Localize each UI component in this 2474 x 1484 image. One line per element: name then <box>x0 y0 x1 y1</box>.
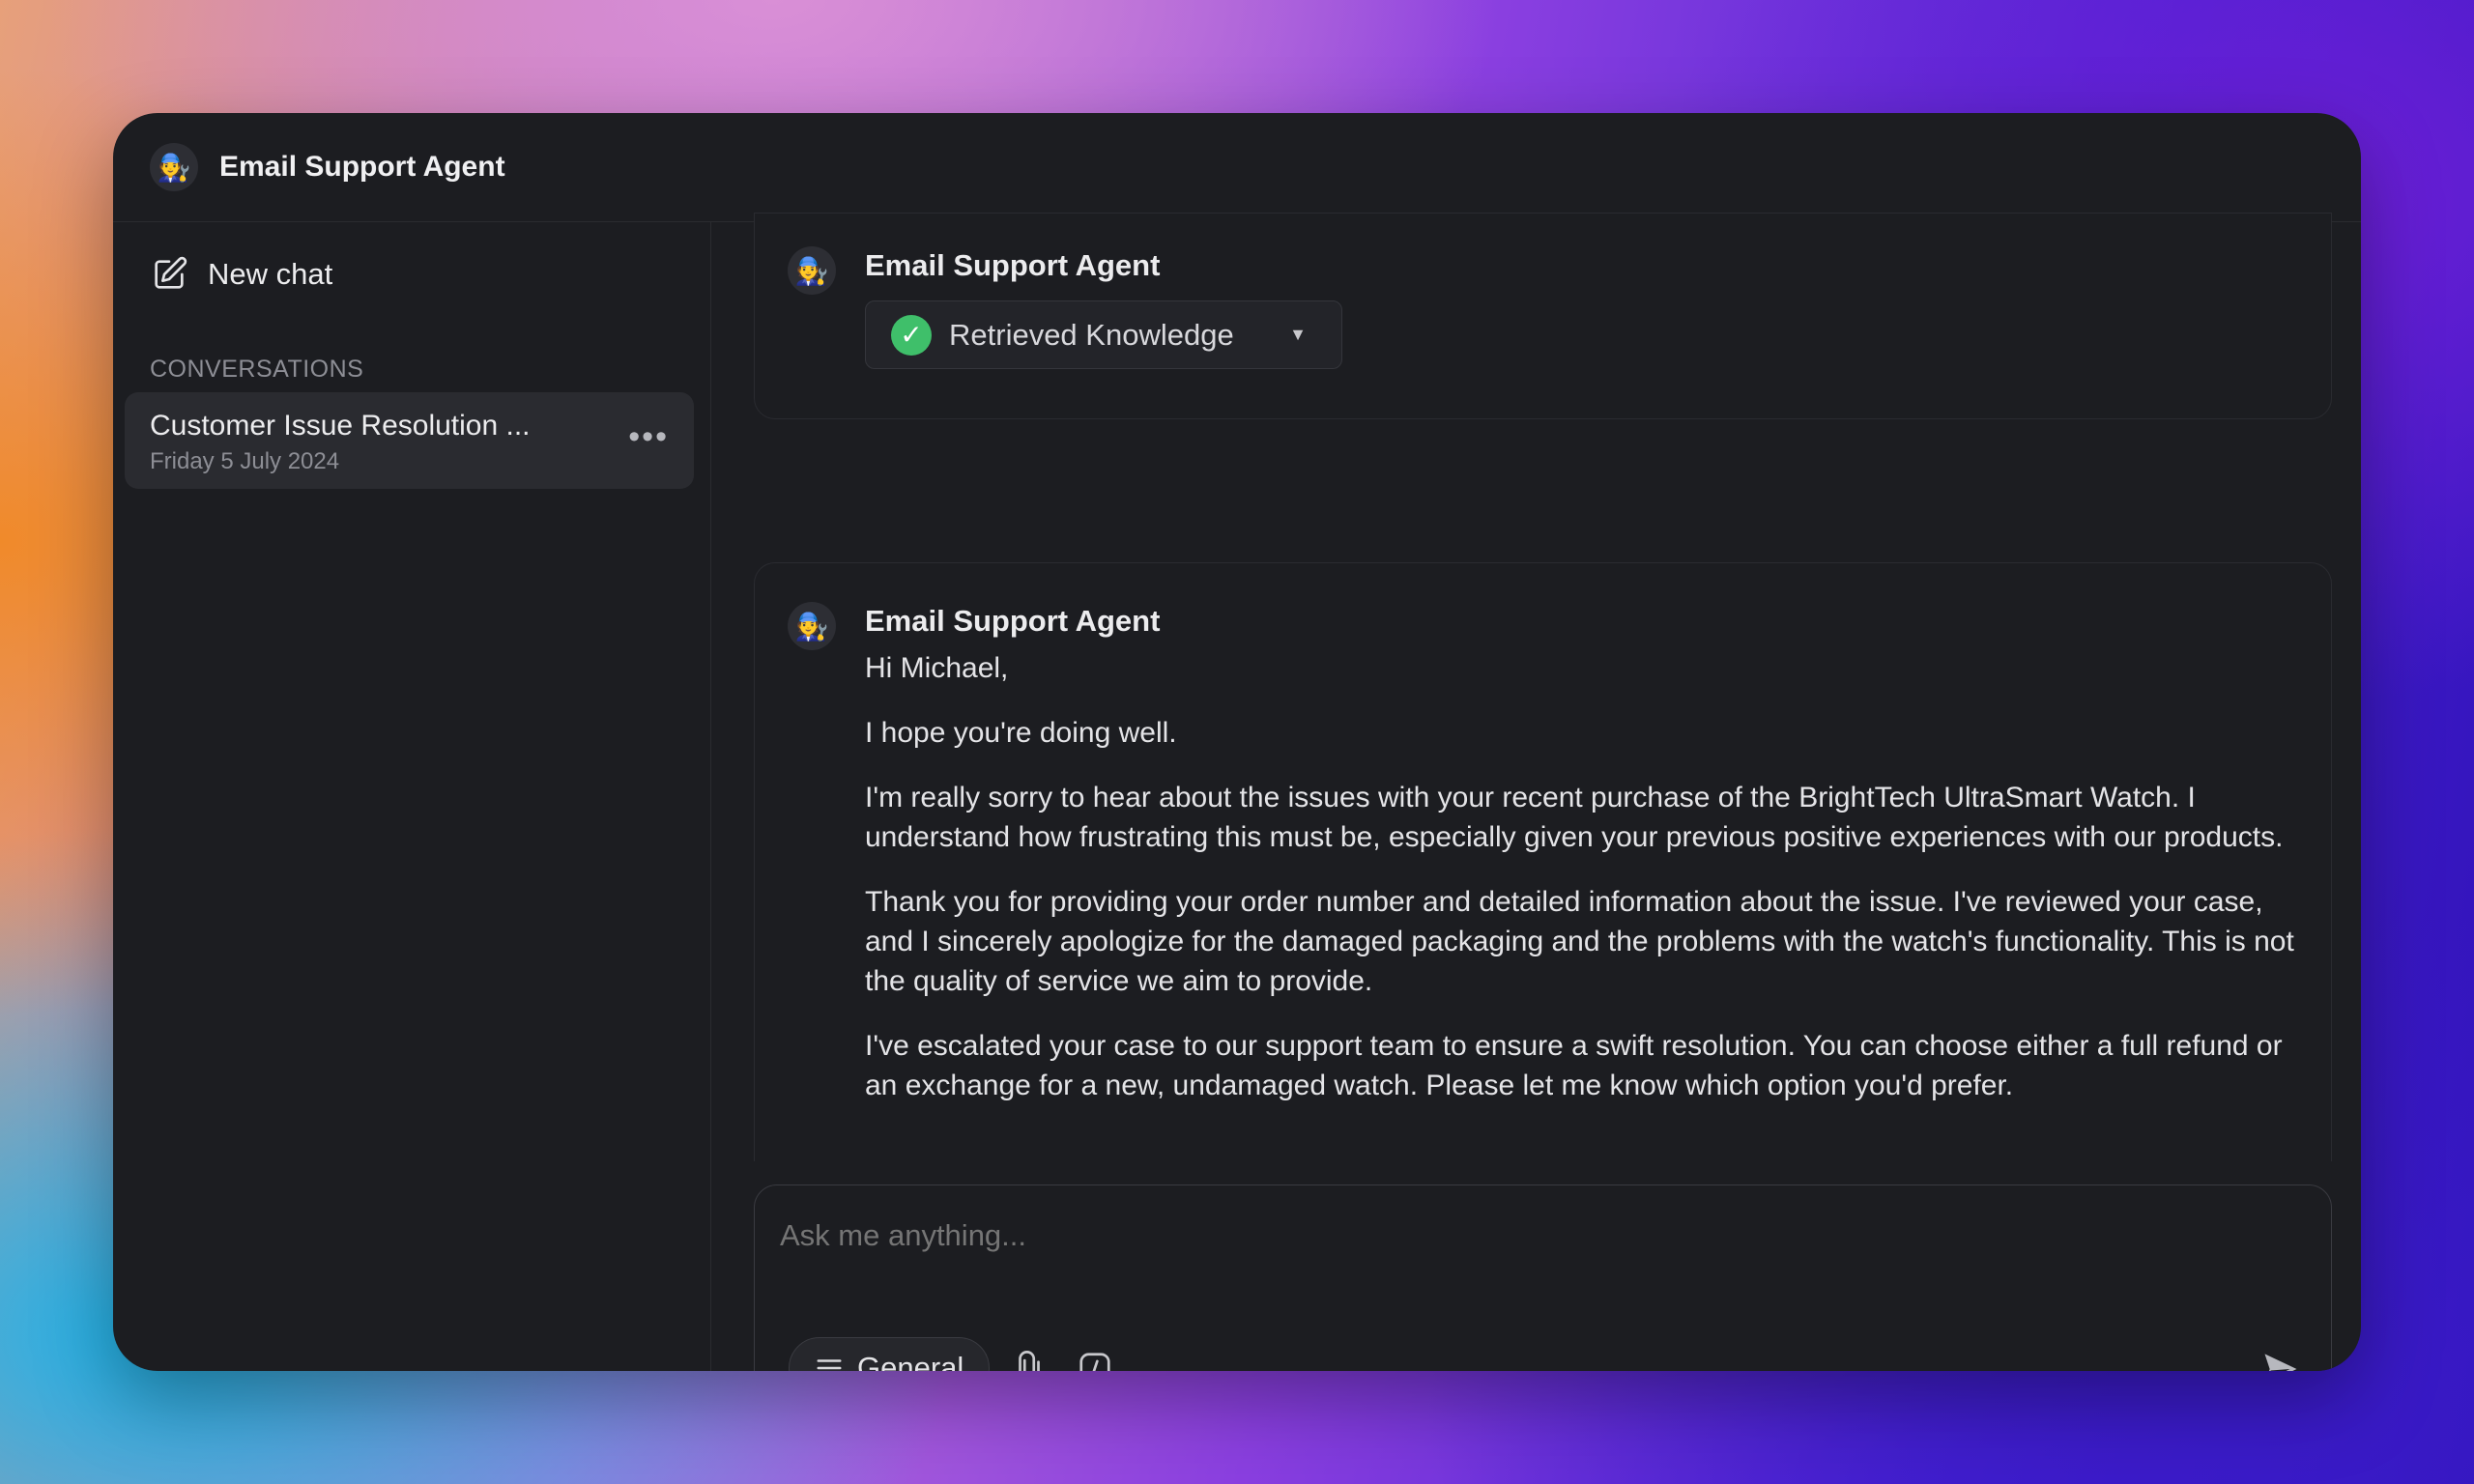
window-title: Email Support Agent <box>219 151 505 183</box>
sidebar: New chat CONVERSATIONS Customer Issue Re… <box>113 222 711 1371</box>
send-icon <box>2264 1354 2297 1371</box>
attach-button[interactable] <box>1011 1350 1048 1371</box>
conversation-title: Customer Issue Resolution ... <box>150 410 531 442</box>
more-options-icon[interactable]: ••• <box>628 420 669 453</box>
compose-icon <box>155 256 187 289</box>
new-chat-button[interactable]: New chat <box>150 255 332 294</box>
message-author: Email Support Agent <box>865 248 1161 282</box>
caret-down-icon: ▼ <box>1289 325 1307 344</box>
message-paragraph: Thank you for providing your order numbe… <box>865 886 2294 997</box>
agent-avatar: 🧑‍🔧 <box>788 602 836 650</box>
lines-icon <box>817 1359 842 1370</box>
tool-label: Retrieved Knowledge <box>949 317 1234 352</box>
message-paragraph: I hope you're doing well. <box>865 717 1177 749</box>
message-card: 🧑‍🔧 Email Support Agent Hi Michael, I ho… <box>754 562 2332 1161</box>
message-body: Hi Michael, I hope you're doing well. I'… <box>865 648 2305 1130</box>
paperclip-icon <box>1019 1351 1040 1371</box>
new-chat-label: New chat <box>208 257 333 291</box>
message-paragraph: Hi Michael, <box>865 652 1009 684</box>
chat-pane: 🧑‍🔧 Email Support Agent ✓ Retrieved Know… <box>711 213 2361 1371</box>
message-input[interactable] <box>780 1218 2229 1253</box>
message-card: 🧑‍🔧 Email Support Agent ✓ Retrieved Know… <box>754 213 2332 419</box>
message-paragraph: I've escalated your case to our support … <box>865 1030 2283 1101</box>
retrieved-knowledge-toggle[interactable]: ✓ Retrieved Knowledge ▼ <box>865 300 1342 369</box>
conversation-item[interactable]: Customer Issue Resolution ... Friday 5 J… <box>125 392 694 489</box>
check-icon: ✓ <box>891 314 932 356</box>
composer: General <box>754 1184 2332 1371</box>
message-author: Email Support Agent <box>865 604 1161 638</box>
slash-command-button[interactable] <box>1077 1350 1113 1371</box>
mode-selector-button[interactable]: General <box>789 1337 990 1371</box>
agent-avatar: 🧑‍🔧 <box>788 246 836 295</box>
mode-label: General <box>857 1351 964 1371</box>
conversations-heading: CONVERSATIONS <box>150 356 364 383</box>
send-button[interactable] <box>2259 1348 2302 1371</box>
title-bar: 🧑‍🔧 Email Support Agent <box>113 113 2361 222</box>
conversation-date: Friday 5 July 2024 <box>150 448 340 474</box>
agent-avatar: 🧑‍🔧 <box>150 143 198 191</box>
app-window: 🧑‍🔧 Email Support Agent New chat CONVERS… <box>113 113 2361 1371</box>
message-paragraph: I'm really sorry to hear about the issue… <box>865 782 2284 853</box>
slash-command-icon <box>1079 1353 1110 1371</box>
